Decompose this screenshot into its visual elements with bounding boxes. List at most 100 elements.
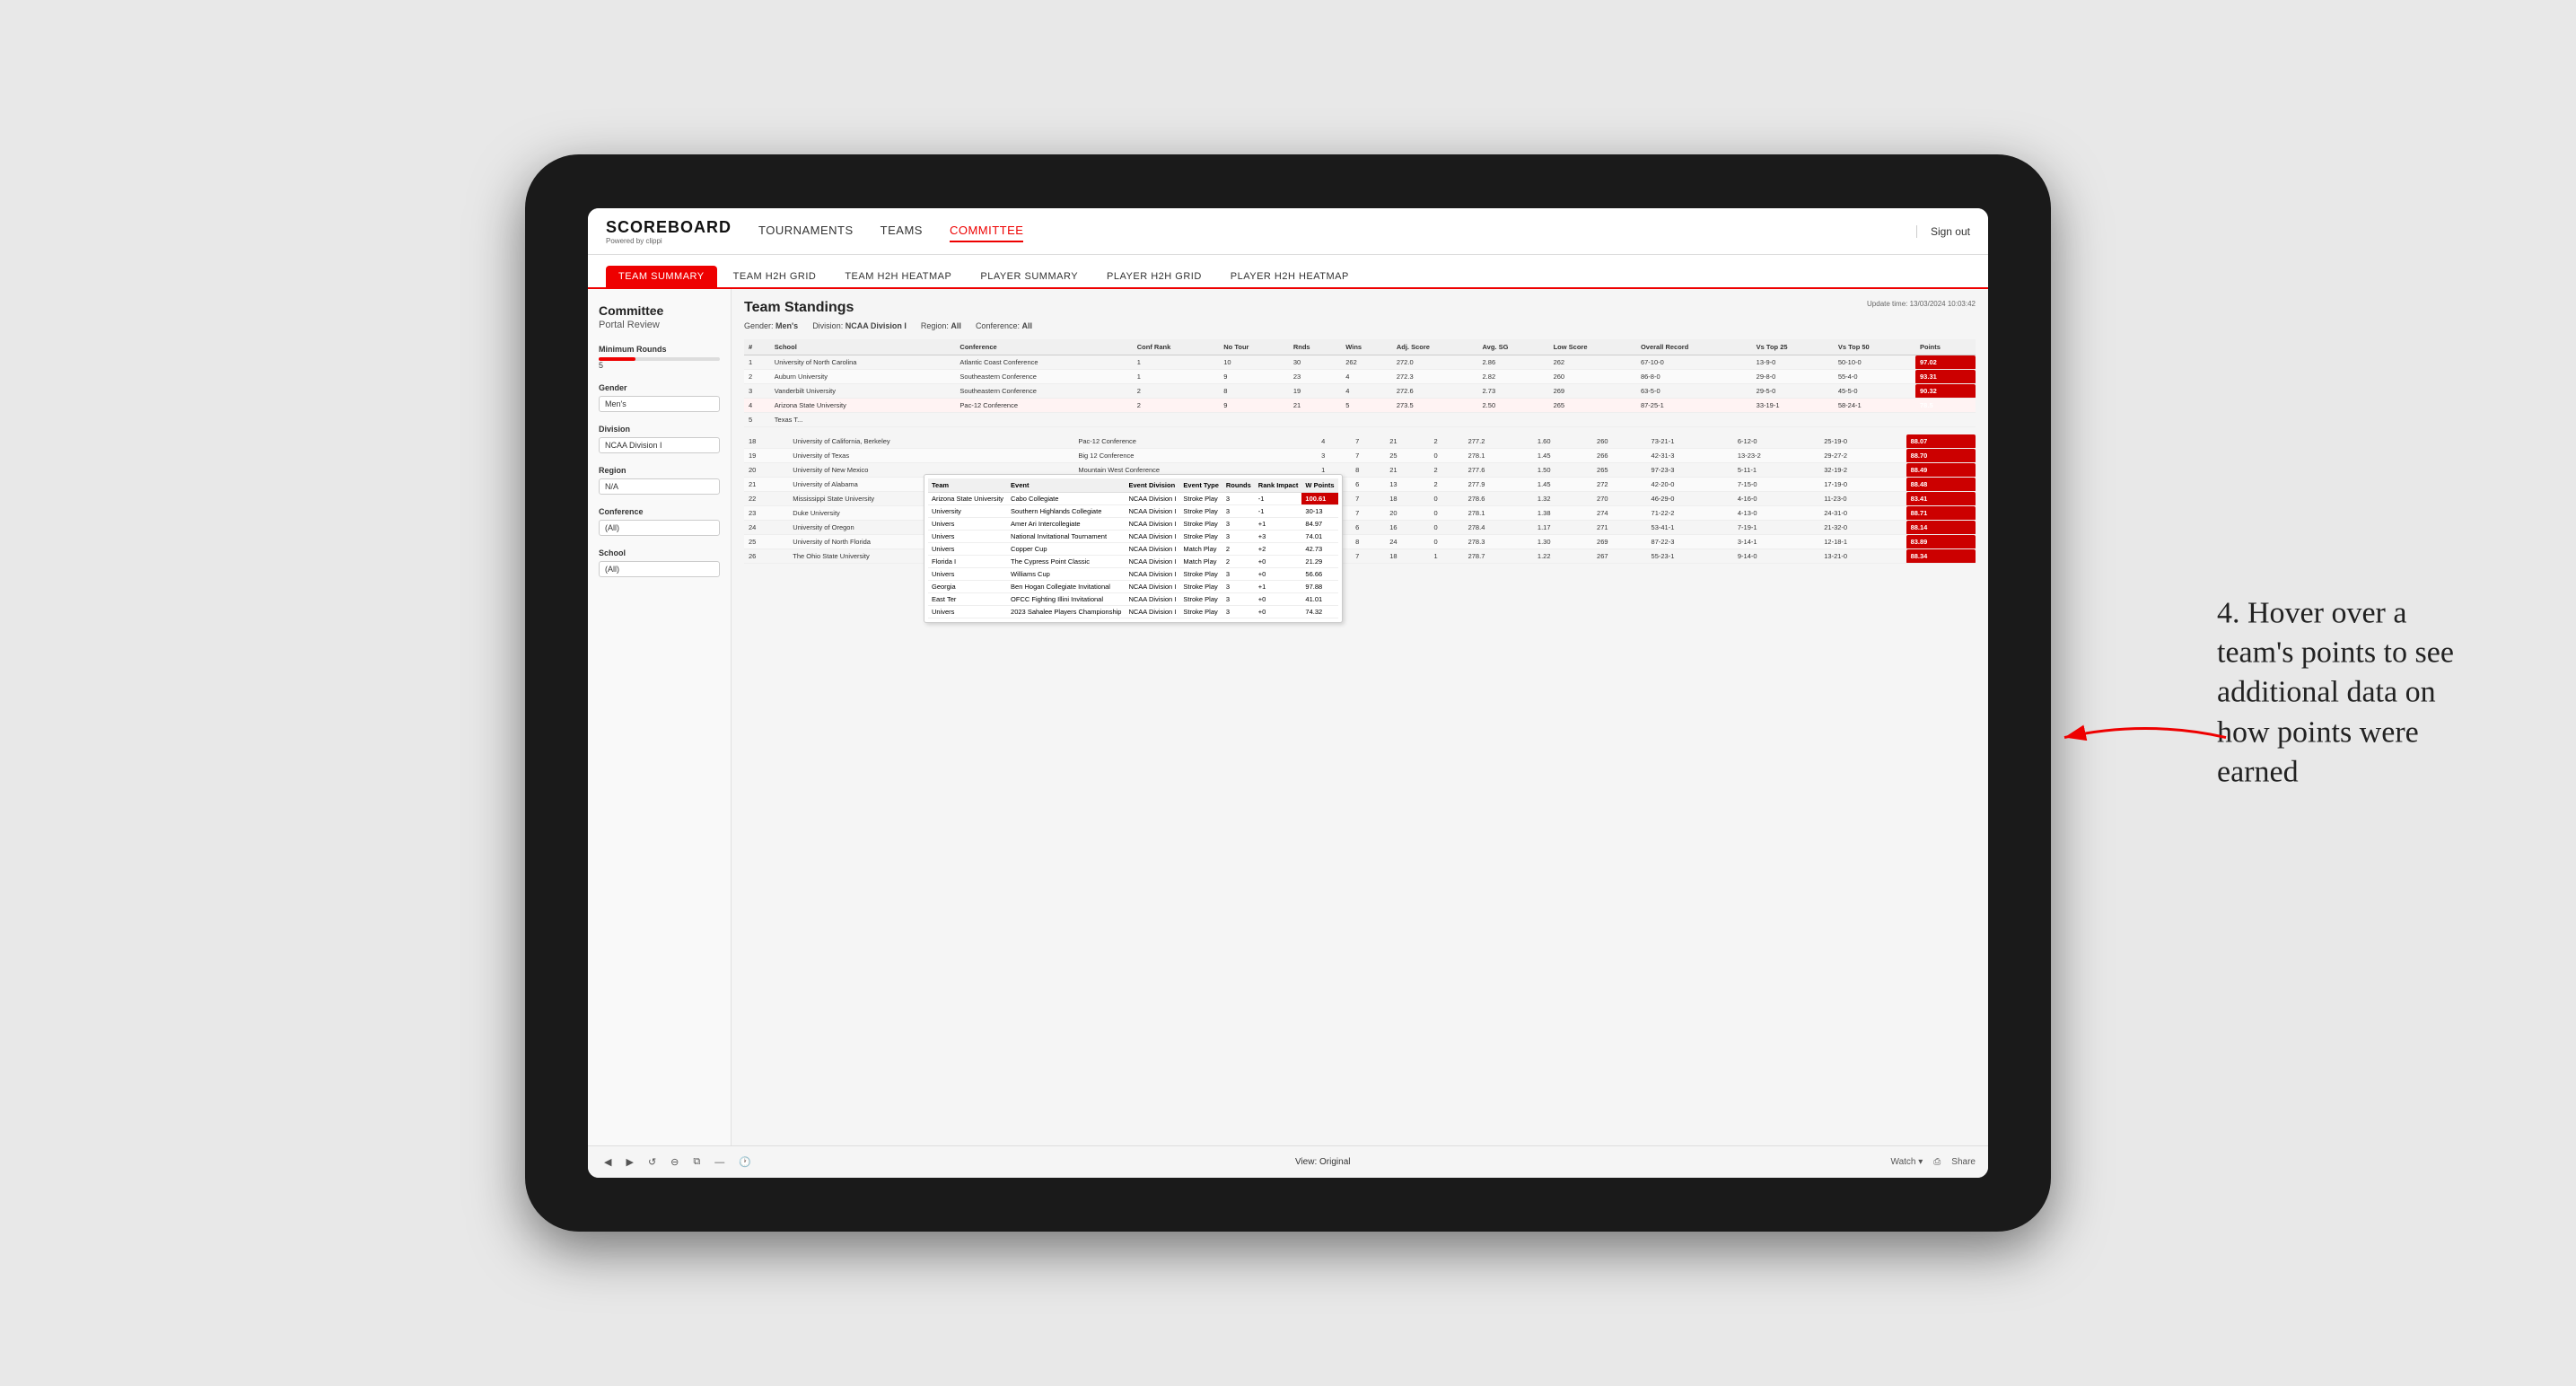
cell-wins: 0: [1430, 506, 1464, 521]
cell-wins: 1: [1430, 549, 1464, 564]
gender-select[interactable]: Men's Women's: [599, 396, 720, 412]
min-rounds-slider[interactable]: [599, 357, 720, 361]
cell-school: Vanderbilt University: [770, 384, 956, 399]
region-select[interactable]: N/A All: [599, 478, 720, 495]
cell-low-score: 272: [1592, 478, 1647, 492]
tab-team-h2h-heatmap[interactable]: TEAM H2H HEATMAP: [832, 266, 964, 287]
refresh-button[interactable]: ↺: [644, 1154, 660, 1170]
cell-points[interactable]: 93.31: [1915, 370, 1976, 384]
cell-wins: 262: [1341, 355, 1392, 370]
cell-rank: 18: [744, 434, 788, 449]
cell-points[interactable]: 83.89: [1906, 535, 1976, 549]
cell-adj-score: 278.3: [1464, 535, 1533, 549]
cell-overall-record: 67-10-0: [1636, 355, 1752, 370]
tooltip-cell-rounds: 3: [1222, 531, 1255, 543]
cell-vs-top25: 29-5-0: [1752, 384, 1834, 399]
zoom-out-button[interactable]: ⊖: [667, 1154, 682, 1170]
cell-points[interactable]: 88.07: [1906, 434, 1976, 449]
tooltip-cell-rank: +0: [1255, 606, 1302, 618]
cell-points[interactable]: 88.71: [1906, 506, 1976, 521]
cell-avg-sg: 1.22: [1533, 549, 1592, 564]
cell-adj-score: 277.6: [1464, 463, 1533, 478]
cell-low-score: 266: [1592, 449, 1647, 463]
cell-vs-top50: 32-19-2: [1819, 463, 1906, 478]
tooltip-cell-rank: +1: [1255, 581, 1302, 593]
dash-button[interactable]: —: [711, 1155, 728, 1170]
tooltip-row: Georgia Ben Hogan Collegiate Invitationa…: [928, 581, 1338, 593]
tooltip-cell-rounds: 3: [1222, 581, 1255, 593]
cell-adj-score: 278.4: [1464, 521, 1533, 535]
tab-team-summary[interactable]: TEAM SUMMARY: [606, 266, 717, 287]
table-row[interactable]: 18 University of California, Berkeley Pa…: [744, 434, 1976, 449]
copy-button[interactable]: ⧉: [689, 1154, 704, 1170]
table-row[interactable]: 5 Texas T...: [744, 413, 1976, 427]
filter-division: Division NCAA Division I NCAA Division I…: [599, 425, 720, 453]
cell-points[interactable]: 90.32: [1915, 384, 1976, 399]
tooltip-cell-type: Stroke Play: [1179, 493, 1222, 505]
school-select[interactable]: (All): [599, 561, 720, 577]
division-select[interactable]: NCAA Division I NCAA Division II: [599, 437, 720, 453]
col-avg-sg: Avg. SG: [1478, 339, 1549, 355]
cell-no-tour: 9: [1219, 370, 1289, 384]
filter-label-school: School: [599, 548, 720, 557]
cell-points[interactable]: 83.41: [1906, 492, 1976, 506]
share-label[interactable]: Share: [1951, 1157, 1976, 1167]
nav-committee[interactable]: COMMITTEE: [950, 220, 1024, 242]
tablet-device: SCOREBOARD Powered by clippi TOURNAMENTS…: [525, 154, 2051, 1232]
update-time: Update time: 13/03/2024 10:03:42: [1867, 300, 1976, 308]
view-label[interactable]: View: Original: [1295, 1157, 1351, 1167]
forward-button[interactable]: ▶: [622, 1154, 636, 1170]
table-row[interactable]: 1 University of North Carolina Atlantic …: [744, 355, 1976, 370]
cell-vs-top50: 45-5-0: [1834, 384, 1915, 399]
watch-label[interactable]: Watch ▾: [1891, 1157, 1923, 1167]
cell-avg-sg: 2.82: [1478, 370, 1549, 384]
tooltip-cell-div: NCAA Division I: [1125, 568, 1179, 581]
tooltip-row: Florida I The Cypress Point Classic NCAA…: [928, 556, 1338, 568]
cell-rank: 23: [744, 506, 788, 521]
cell-empty: [955, 413, 1976, 427]
tab-player-h2h-heatmap[interactable]: PLAYER H2H HEATMAP: [1218, 266, 1362, 287]
cell-points[interactable]: 88.14: [1906, 521, 1976, 535]
cell-no-tour: 7: [1351, 549, 1385, 564]
clock-button[interactable]: 🕐: [735, 1154, 755, 1170]
share-icon[interactable]: ⎙: [1933, 1157, 1941, 1167]
cell-vs-top25: 13-9-0: [1752, 355, 1834, 370]
conference-select[interactable]: (All): [599, 520, 720, 536]
cell-rank: 24: [744, 521, 788, 535]
back-button[interactable]: ◀: [600, 1154, 615, 1170]
sign-out-button[interactable]: Sign out: [1916, 225, 1970, 238]
cell-points[interactable]: 88.70: [1906, 449, 1976, 463]
cell-overall-record: 87-25-1: [1636, 399, 1752, 413]
table-row[interactable]: 3 Vanderbilt University Southeastern Con…: [744, 384, 1976, 399]
tooltip-cell-pts: 84.97: [1301, 518, 1337, 531]
table-row-highlighted[interactable]: 4 Arizona State University Pac-12 Confer…: [744, 399, 1976, 413]
filter-conference: Conference (All): [599, 507, 720, 536]
table-row[interactable]: 19 University of Texas Big 12 Conference…: [744, 449, 1976, 463]
tooltip-row: Univers National Invitational Tournament…: [928, 531, 1338, 543]
cell-rnds: 13: [1385, 478, 1429, 492]
cell-points[interactable]: 78.5: [1915, 399, 1976, 413]
cell-conf-rank: 2: [1133, 399, 1220, 413]
table-row[interactable]: 2 Auburn University Southeastern Confere…: [744, 370, 1976, 384]
cell-overall-record: 71-22-2: [1647, 506, 1733, 521]
bottom-toolbar: ◀ ▶ ↺ ⊖ ⧉ — 🕐 View: Original Watch ▾ ⎙ S…: [588, 1145, 1988, 1178]
cell-low-score: 265: [1592, 463, 1647, 478]
nav-tournaments[interactable]: TOURNAMENTS: [758, 220, 854, 242]
tab-player-summary[interactable]: PLAYER SUMMARY: [968, 266, 1091, 287]
cell-no-tour: 8: [1351, 463, 1385, 478]
tab-player-h2h-grid[interactable]: PLAYER H2H GRID: [1094, 266, 1214, 287]
cell-vs-top25: 4-16-0: [1733, 492, 1819, 506]
nav-teams[interactable]: TEAMS: [881, 220, 923, 242]
cell-rank: 5: [744, 413, 770, 427]
cell-overall-record: 97-23-3: [1647, 463, 1733, 478]
cell-adj-score: 278.7: [1464, 549, 1533, 564]
slider-fill: [599, 357, 635, 361]
cell-points[interactable]: 97.02: [1915, 355, 1976, 370]
cell-rnds: 18: [1385, 492, 1429, 506]
cell-points[interactable]: 88.34: [1906, 549, 1976, 564]
tab-team-h2h-grid[interactable]: TEAM H2H GRID: [721, 266, 829, 287]
tooltip-cell-div: NCAA Division I: [1125, 543, 1179, 556]
cell-points[interactable]: 88.48: [1906, 478, 1976, 492]
cell-points[interactable]: 88.49: [1906, 463, 1976, 478]
tooltip-cell-event: National Invitational Tournament: [1007, 531, 1125, 543]
